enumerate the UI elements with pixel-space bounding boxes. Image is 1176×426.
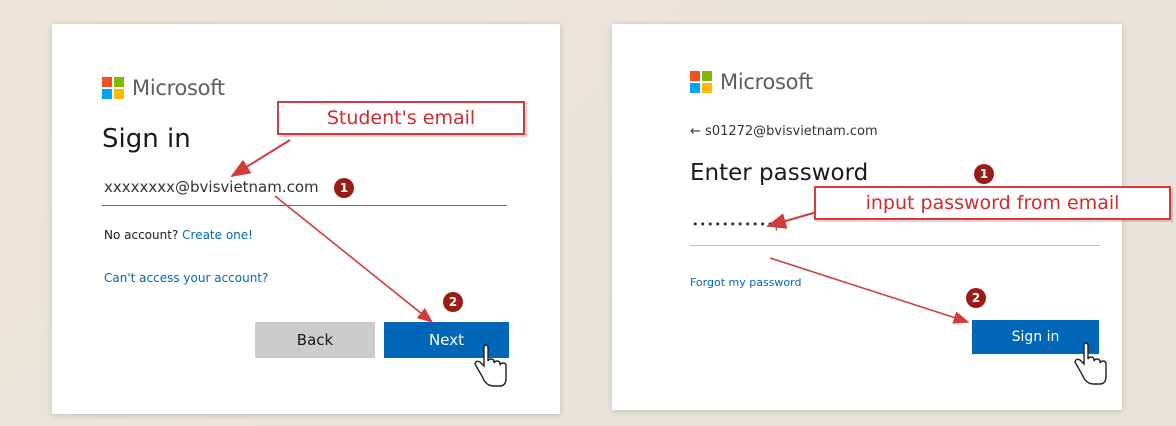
microsoft-brand-text: Microsoft	[132, 76, 225, 100]
microsoft-logo: Microsoft	[690, 70, 813, 94]
page-title: Sign in	[102, 124, 191, 154]
hand-cursor-icon	[1074, 342, 1107, 385]
back-arrow-icon[interactable]: ←	[690, 124, 701, 139]
student-email-callout: Student's email	[277, 101, 525, 135]
hand-cursor-icon	[474, 344, 507, 387]
email-field-underline	[102, 205, 507, 206]
password-callout: input password from email	[814, 186, 1171, 220]
email-field[interactable]: xxxxxxxx@bvisvietnam.com	[104, 178, 319, 196]
back-button[interactable]: Back	[255, 322, 375, 358]
microsoft-logo-icon	[690, 71, 712, 93]
password-field[interactable]: •••••••••••|	[692, 218, 779, 231]
identity-email: s01272@bvisvietnam.com	[705, 124, 878, 139]
step-badge-1: 1	[334, 178, 354, 198]
no-account-text: No account?	[104, 228, 179, 242]
step-badge-2: 2	[443, 292, 463, 312]
forgot-password-link[interactable]: Forgot my password	[690, 276, 801, 289]
no-account-row: No account? Create one!	[104, 228, 253, 242]
step-badge-1: 1	[974, 164, 994, 184]
password-field-underline	[690, 245, 1100, 246]
identity-banner[interactable]: ← s01272@bvisvietnam.com	[690, 124, 878, 139]
microsoft-logo-icon	[102, 77, 124, 99]
create-account-link[interactable]: Create one!	[182, 228, 253, 242]
cant-access-account-link[interactable]: Can't access your account?	[104, 271, 268, 285]
microsoft-logo: Microsoft	[102, 76, 225, 100]
page-title: Enter password	[690, 160, 869, 186]
step-badge-2: 2	[966, 288, 986, 308]
microsoft-brand-text: Microsoft	[720, 70, 813, 94]
